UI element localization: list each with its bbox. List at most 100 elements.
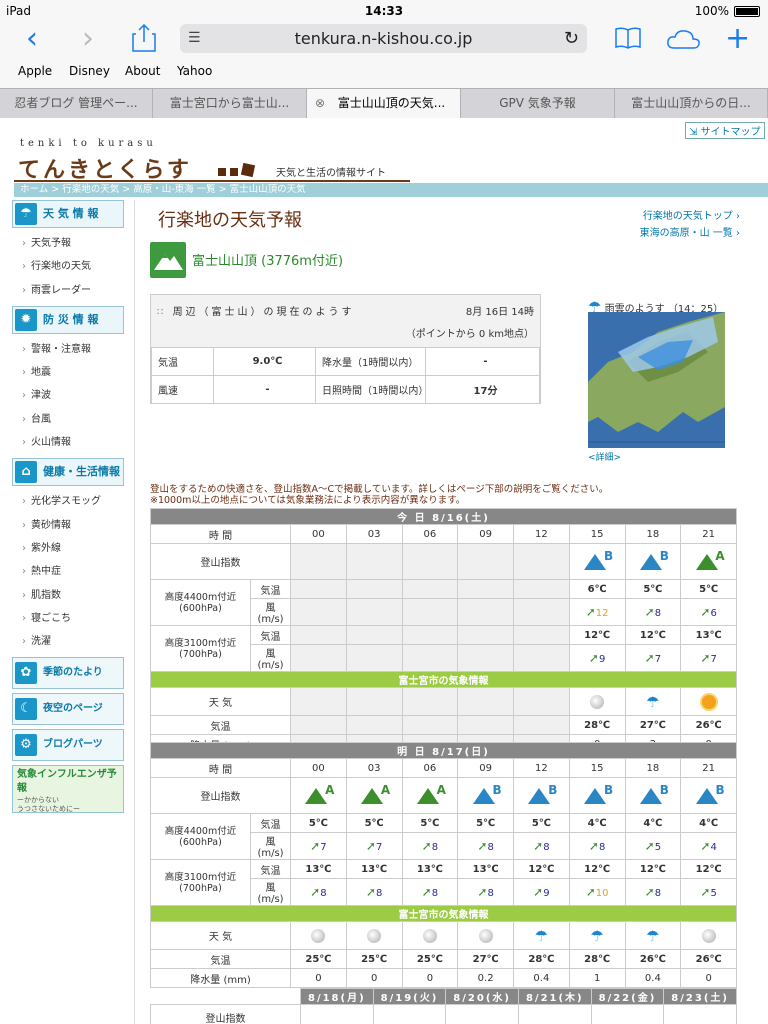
sidebar-item[interactable]: 寝ごこち [12, 607, 124, 630]
forecast-cell: ☂ [624, 687, 682, 716]
forecast-cell [513, 687, 570, 716]
blog-parts-link[interactable]: ⚙ ブログパーツ [12, 729, 124, 762]
time-cell: 00 [290, 524, 347, 544]
forecast-cell: 1 [568, 968, 626, 988]
wind-arrow-icon: ➚ [585, 605, 596, 619]
altitude-3100-label: 高度3100m付近 (700hPa) [150, 625, 251, 672]
sidebar-health-header[interactable]: ⌂ 健康・生活情報 [12, 458, 124, 487]
sidebar-weather-header[interactable]: ☂ 天 気 情 報 [12, 200, 124, 228]
logo-romaji: tenki to kurasu [20, 138, 157, 149]
night-sky-link[interactable]: ☾ 夜空のページ [12, 693, 124, 726]
forecast-cell: 5℃ [457, 813, 514, 833]
reader-icon[interactable]: ☰ [188, 24, 201, 53]
forecast-cell [345, 598, 403, 626]
resort-weather-top-link[interactable]: 行楽地の天気トップ › [640, 208, 740, 225]
favorite-apple[interactable]: Apple [18, 64, 52, 78]
back-icon[interactable]: ‹ [26, 24, 38, 54]
weekly-date: 8/18(月) [300, 988, 374, 1005]
forecast-cell: B [568, 777, 626, 814]
cloud-icon [701, 928, 716, 943]
forecast-cell: 0 [680, 968, 737, 988]
forecast-cell: ➚7 [345, 832, 403, 860]
forecast-cell: ➚8 [401, 878, 459, 906]
bookmarks-icon[interactable] [614, 26, 642, 50]
home-icon: ⌂ [15, 461, 37, 484]
forecast-cell: ☂ [513, 921, 570, 950]
forecast-cell [401, 687, 459, 716]
forecast-cell: 12℃ [568, 859, 626, 879]
radar-map[interactable] [588, 312, 725, 448]
forecast-cell: 5℃ [345, 813, 403, 833]
forecast-cell: 26℃ [624, 949, 682, 969]
forecast-cell [457, 715, 514, 735]
tab-2[interactable]: 富士宮口から富士山... [153, 89, 307, 119]
forward-icon[interactable]: › [82, 24, 94, 54]
sidebar-item[interactable]: 洗濯 [12, 630, 124, 653]
forecast-cell [290, 715, 347, 735]
sidebar-item[interactable]: 台風 [12, 408, 124, 431]
time-cell: 18 [624, 758, 682, 778]
forecast-cell: A [680, 543, 737, 580]
forecast-cell: B [457, 777, 514, 814]
forecast-cell: 12℃ [680, 859, 737, 879]
related-links: 行楽地の天気トップ › 東海の高原・山 一覧 › [640, 208, 740, 242]
sidebar-item[interactable]: 火山情報 [12, 431, 124, 454]
cloud-icon [422, 928, 437, 943]
sidebar-item[interactable]: 行楽地の天気 [12, 255, 124, 278]
favorite-about[interactable]: About [125, 64, 160, 78]
share-icon[interactable] [132, 24, 156, 52]
close-tab-icon[interactable]: ⊗ [315, 89, 325, 118]
wind-arrow-icon: ➚ [421, 885, 432, 899]
tokai-mountains-link[interactable]: 東海の高原・山 一覧 › [640, 225, 740, 242]
forecast-cell: 5℃ [680, 579, 737, 599]
forecast-cell: ➚7 [680, 644, 737, 672]
time-cell: 03 [345, 758, 403, 778]
forecast-cell: 25℃ [401, 949, 459, 969]
time-cell: 12 [513, 524, 570, 544]
sidebar-item[interactable]: 熱中症 [12, 560, 124, 583]
city-info-header: 富士宮市の気象情報 [150, 671, 737, 688]
tab-3-active[interactable]: ⊗ 富士山山頂の天気... [307, 89, 461, 119]
rain-icon: ☂ [590, 926, 604, 945]
favorite-disney[interactable]: Disney [69, 64, 110, 78]
sidebar-item[interactable]: 雨雲レーダー [12, 279, 124, 302]
sitemap-link[interactable]: ⇲ サイトマップ [685, 122, 765, 139]
forecast-cell: 12℃ [513, 859, 570, 879]
wind-label: 風 (m/s) [250, 832, 291, 860]
wind-label: 風 (m/s) [250, 878, 291, 906]
reload-icon[interactable]: ↻ [564, 24, 579, 53]
page-title: 行楽地の天気予報 [158, 210, 302, 231]
wind-arrow-icon: ➚ [700, 605, 711, 619]
sidebar-item[interactable]: 津波 [12, 384, 124, 407]
sidebar-item[interactable]: 警報・注意報 [12, 338, 124, 361]
tab-5[interactable]: 富士山山頂からの日... [615, 89, 768, 119]
forecast-cell: ➚5 [624, 832, 682, 860]
sidebar-item[interactable]: 肌指数 [12, 584, 124, 607]
sidebar-item[interactable]: 黄砂情報 [12, 514, 124, 537]
time-cell: 15 [568, 524, 626, 544]
current-conditions: ∷ 周辺（富士山）の現在のようす 8月 16日 14時 （ポイントから 0 km… [150, 294, 541, 404]
forecast-cell [290, 625, 347, 645]
flu-forecast-banner[interactable]: 気象インフルエンザ予報 ーかからない うつさないためにー [12, 765, 124, 814]
icloud-tabs-icon[interactable] [666, 28, 702, 50]
forecast-cell: 13℃ [457, 859, 514, 879]
sidebar-item[interactable]: 天気予報 [12, 232, 124, 255]
sidebar-item[interactable]: 紫外線 [12, 537, 124, 560]
forecast-cell [513, 715, 570, 735]
forecast-cell: ➚4 [680, 832, 737, 860]
radar-detail-link[interactable]: <詳細> [588, 450, 621, 463]
sidebar-disaster-header[interactable]: ✹ 防 災 情 報 [12, 305, 124, 334]
tab-4[interactable]: GPV 気象予報 [461, 89, 615, 119]
forecast-cell [401, 644, 459, 672]
seasonal-news-link[interactable]: ✿ 季節のたより [12, 657, 124, 690]
favorite-yahoo[interactable]: Yahoo [177, 64, 212, 78]
sidebar-item[interactable]: 光化学スモッグ [12, 490, 124, 513]
sidebar-item[interactable]: 地震 [12, 361, 124, 384]
tab-1[interactable]: 忍者ブログ 管理ペー... [0, 89, 153, 119]
breadcrumb[interactable]: ホーム > 行楽地の天気 > 高原・山-東海 一覧 > 富士山山頂の天気 [14, 183, 768, 197]
address-bar[interactable]: ☰ tenkura.n-kishou.co.jp ↻ [180, 24, 587, 53]
rain-icon: ☂ [534, 926, 549, 945]
new-tab-icon[interactable]: + [725, 24, 750, 54]
forecast-cell: ➚8 [624, 878, 682, 906]
forecast-cell: A [290, 777, 347, 814]
